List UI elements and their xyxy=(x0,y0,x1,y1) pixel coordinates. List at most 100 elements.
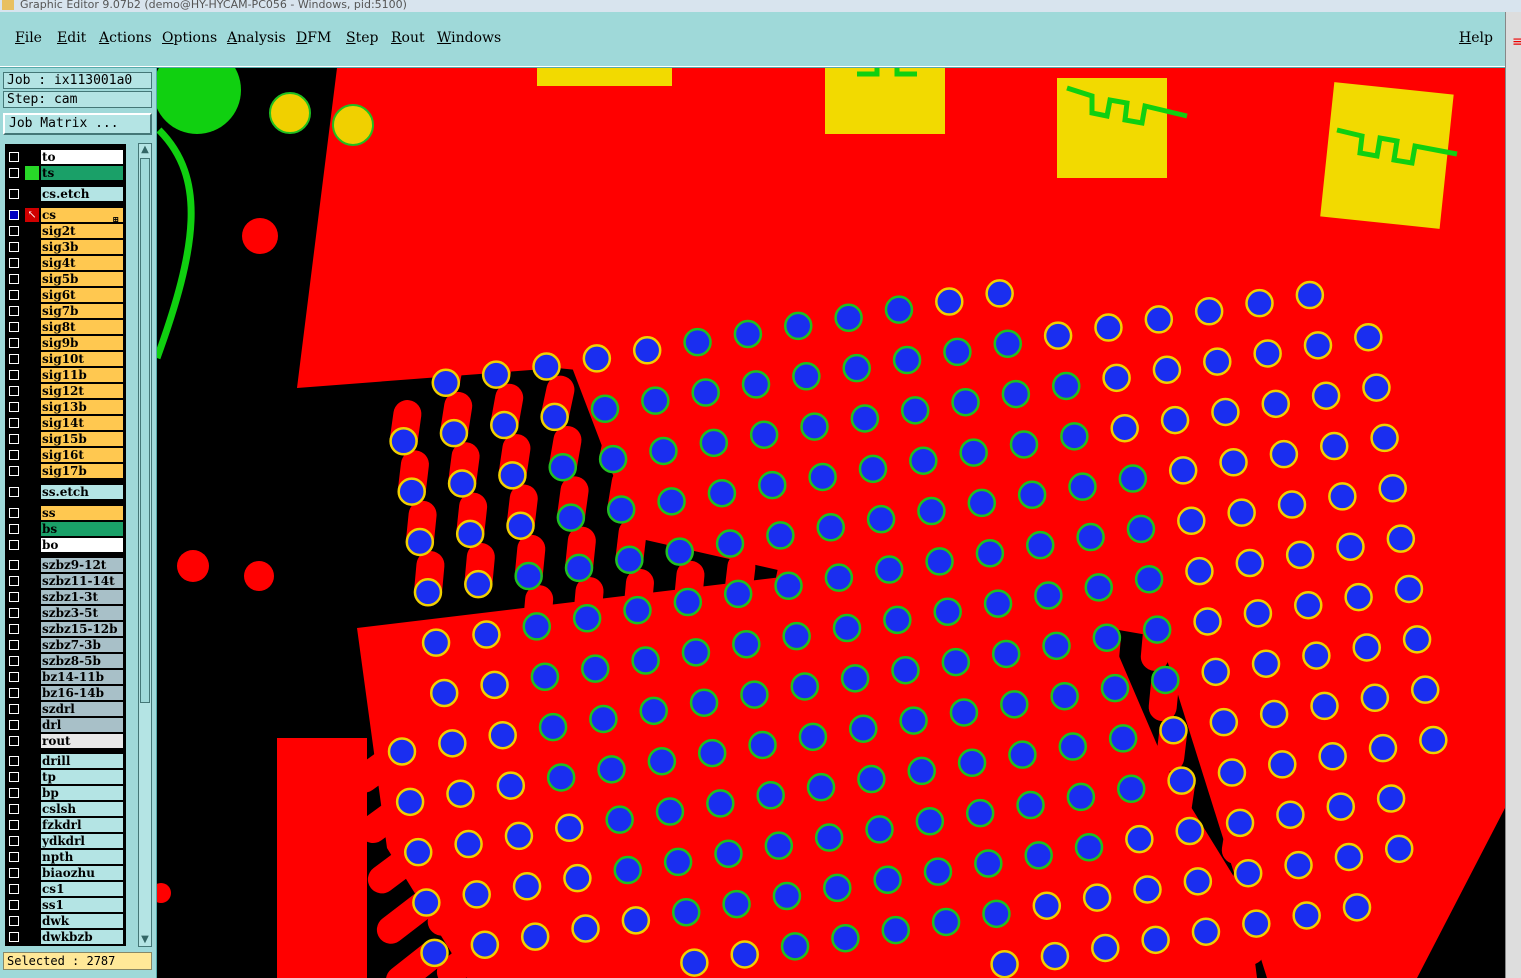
via-pad[interactable] xyxy=(649,436,678,466)
via-pad[interactable] xyxy=(1118,464,1148,493)
layer-name[interactable]: cs ⊞ xyxy=(41,208,123,224)
via-pad[interactable] xyxy=(780,932,810,961)
layer-row[interactable]: to xyxy=(5,149,126,165)
via-pad[interactable] xyxy=(1342,893,1372,922)
layer-row[interactable]: cs.etch xyxy=(5,186,126,202)
via-pad[interactable] xyxy=(481,360,511,389)
via-pad[interactable] xyxy=(1319,431,1349,461)
layer-checkbox[interactable] xyxy=(9,736,19,746)
via-pad[interactable] xyxy=(858,454,888,484)
layer-checkbox[interactable] xyxy=(9,152,19,162)
scroll-thumb[interactable] xyxy=(140,158,150,703)
via-pad[interactable] xyxy=(1251,649,1281,678)
via-pad[interactable] xyxy=(741,370,771,399)
layer-checkbox[interactable] xyxy=(9,820,19,830)
isolated-pad[interactable] xyxy=(157,883,171,903)
layer-row[interactable]: cs1 xyxy=(5,881,126,897)
via-pad[interactable] xyxy=(931,907,961,937)
via-pad[interactable] xyxy=(850,404,880,433)
layer-checkbox[interactable] xyxy=(9,434,19,444)
layer-name[interactable]: dwkbzb xyxy=(41,930,123,944)
layer-checkbox[interactable] xyxy=(9,704,19,714)
layer-checkbox[interactable] xyxy=(9,418,19,428)
via-pad[interactable] xyxy=(490,410,519,440)
via-pad[interactable] xyxy=(1110,413,1139,443)
via-pad[interactable] xyxy=(556,503,586,532)
layer-name[interactable]: tp xyxy=(41,770,123,784)
affected-layer-icon[interactable]: ↖ xyxy=(25,208,39,222)
via-pad[interactable] xyxy=(1193,607,1222,636)
layer-row[interactable]: tp xyxy=(5,769,126,785)
layer-row[interactable]: szbz11-14t xyxy=(5,573,126,589)
via-pad[interactable] xyxy=(403,837,433,867)
via-pad[interactable] xyxy=(563,863,592,893)
via-pad[interactable] xyxy=(907,756,936,786)
via-pad[interactable] xyxy=(1370,423,1399,453)
via-pad[interactable] xyxy=(959,438,988,467)
via-pad[interactable] xyxy=(790,672,820,701)
via-pad[interactable] xyxy=(1225,808,1255,838)
via-pad[interactable] xyxy=(1209,707,1239,737)
via-pad[interactable] xyxy=(455,519,485,549)
via-pad[interactable] xyxy=(900,396,930,425)
via-pad[interactable] xyxy=(714,839,743,869)
via-pad[interactable] xyxy=(1082,883,1112,912)
via-pad[interactable] xyxy=(540,402,569,432)
via-pad[interactable] xyxy=(1285,540,1315,570)
layer-name[interactable]: ss xyxy=(41,506,123,520)
graphic-canvas[interactable] xyxy=(157,68,1505,978)
layer-row[interactable]: sig6t xyxy=(5,287,126,303)
layer-name[interactable]: szbz7-3b xyxy=(41,638,123,652)
via-pad[interactable] xyxy=(1310,691,1339,721)
via-pad[interactable] xyxy=(522,612,552,641)
menu-edit[interactable]: Edit xyxy=(57,30,86,46)
layer-row[interactable]: sig15b xyxy=(5,431,126,447)
via-pad[interactable] xyxy=(421,628,451,657)
via-pad[interactable] xyxy=(464,569,493,599)
layer-row[interactable]: sig4t xyxy=(5,255,126,271)
layer-checkbox[interactable] xyxy=(9,306,19,316)
via-pad[interactable] xyxy=(1303,331,1333,360)
via-pad[interactable] xyxy=(454,829,483,859)
via-pad[interactable] xyxy=(1060,422,1089,451)
layer-checkbox[interactable] xyxy=(9,540,19,550)
via-pad[interactable] xyxy=(1386,524,1416,553)
via-pad[interactable] xyxy=(706,789,735,818)
via-pad[interactable] xyxy=(915,807,945,836)
via-pad[interactable] xyxy=(555,813,584,843)
via-pad[interactable] xyxy=(1116,774,1146,804)
layer-name[interactable]: szbz8-5b xyxy=(41,654,123,668)
layer-row[interactable]: dwkbzb xyxy=(5,929,126,945)
via-pad[interactable] xyxy=(589,704,618,734)
layer-checkbox[interactable] xyxy=(9,788,19,798)
via-pad[interactable] xyxy=(832,613,862,643)
via-pad[interactable] xyxy=(1261,389,1291,419)
via-pad[interactable] xyxy=(1336,532,1365,561)
layer-name[interactable]: szbz3-5t xyxy=(41,606,123,620)
via-pad[interactable] xyxy=(967,488,997,518)
layer-checkbox[interactable] xyxy=(9,322,19,332)
via-pad[interactable] xyxy=(1102,363,1131,393)
layer-name[interactable]: sig16t xyxy=(41,448,123,462)
via-pad[interactable] xyxy=(1318,742,1347,771)
via-pad[interactable] xyxy=(1126,514,1156,544)
via-pad[interactable] xyxy=(842,353,871,383)
layer-row[interactable]: sig8t xyxy=(5,319,126,335)
layer-checkbox[interactable] xyxy=(9,508,19,518)
via-pad[interactable] xyxy=(730,940,759,969)
via-pad[interactable] xyxy=(663,847,693,877)
via-pad[interactable] xyxy=(520,922,550,951)
via-pad[interactable] xyxy=(798,722,828,752)
via-pad[interactable] xyxy=(1243,599,1273,628)
layer-row[interactable]: sig9b xyxy=(5,335,126,351)
layer-row[interactable]: szbz1-3t xyxy=(5,589,126,605)
isolated-pad[interactable] xyxy=(269,92,311,134)
via-pad[interactable] xyxy=(581,654,610,683)
layer-list-scrollbar[interactable]: ▲ ▼ xyxy=(138,143,152,947)
via-pad[interactable] xyxy=(387,737,417,766)
layer-name[interactable]: ts xyxy=(41,166,123,180)
via-pad[interactable] xyxy=(641,386,670,415)
layer-checkbox[interactable] xyxy=(9,688,19,698)
layer-name[interactable]: sig11b xyxy=(41,368,123,382)
layer-color-swatch[interactable] xyxy=(25,166,39,180)
